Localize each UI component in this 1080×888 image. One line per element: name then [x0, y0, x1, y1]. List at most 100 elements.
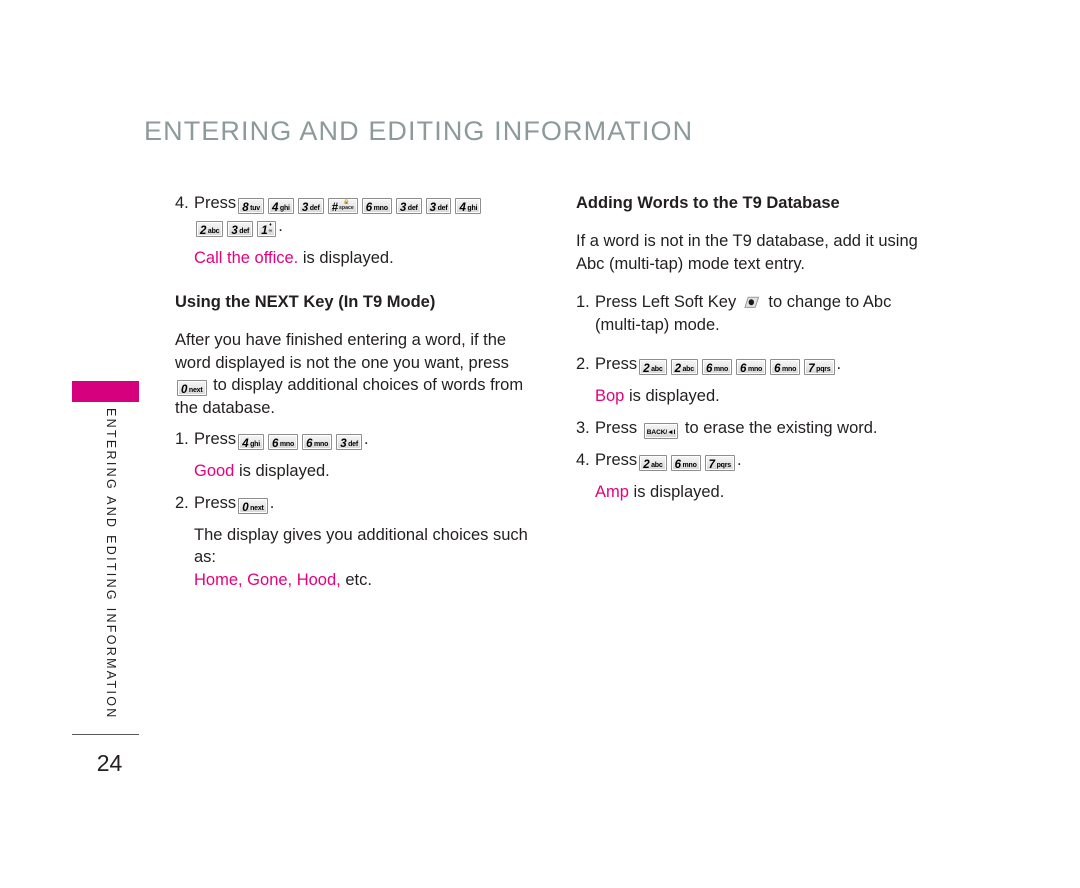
result-line: Amp is displayed.	[595, 481, 941, 504]
key-sequence: 4 ghi 6 mno 6 mno 3 def	[236, 430, 364, 450]
step-body: Press Left Soft Key to change to Abc (mu…	[595, 291, 941, 337]
sample-text: Call the office.	[194, 248, 299, 267]
result-suffix: is displayed.	[298, 248, 394, 267]
chapter-tab-marker	[72, 381, 139, 402]
chapter-vertical-label-wrap: ENTERING AND EDITING INFORMATION	[96, 408, 122, 728]
sidebar-divider	[72, 734, 139, 735]
press-label: Press	[194, 430, 237, 448]
result-line: The display gives you additional choices…	[194, 524, 530, 592]
step-number: 1.	[576, 293, 590, 311]
lock-icon: 🔒 space	[339, 199, 354, 211]
step-number: 3.	[576, 418, 590, 437]
back-key-label: BACK/◄I	[646, 428, 676, 436]
result-suffix: is displayed.	[628, 482, 725, 501]
voicemail-icon: ♦ ∞	[268, 222, 273, 234]
keypad-key-3: 3 def	[395, 198, 422, 214]
right-column: Adding Words to the T9 Database If a wor…	[576, 192, 941, 503]
keypad-key-2: 2 abc	[670, 359, 698, 375]
keypad-key-4: 4 ghi	[455, 198, 482, 214]
press-label: Press	[595, 355, 638, 373]
keypad-key-6: 6 mno	[302, 434, 333, 450]
page-title: ENTERING AND EDITING INFORMATION	[144, 116, 694, 146]
result-line: Good is displayed.	[194, 460, 530, 483]
list-item: 1. Press 4 ghi 6 mno 6 mno 3 def.	[175, 428, 530, 451]
keypad-key-4: 4 ghi	[238, 434, 264, 450]
keypad-key-8: 8 tuv	[238, 198, 264, 214]
result-suffix: is displayed.	[624, 387, 720, 405]
key-sequence: 2 abc 2 abc 6 mno 6 mno 6 mno 7 pqrs	[637, 355, 836, 375]
keypad-key-2: 2 abc	[639, 359, 667, 375]
section-heading-adding-words: Adding Words to the T9 Database	[576, 194, 840, 212]
keypad-key-3: 3 def	[336, 434, 362, 450]
step-body: Press 2 abc 2 abc 6 mno 6 mno 6 mno 7 pqrs.	[595, 353, 941, 376]
keypad-key-0: 0 next	[177, 380, 207, 396]
page-number: 24	[96, 750, 123, 776]
period: .	[269, 493, 275, 512]
paragraph-intro: If a word is not in the T9 database, add…	[576, 232, 918, 273]
list-item: 3. Press BACK/◄I to erase the existing w…	[576, 417, 941, 440]
keypad-key-7: 7 pqrs	[804, 359, 835, 375]
step-body: Press BACK/◄I to erase the existing word…	[595, 417, 941, 440]
left-column: 4. Press 8 tuv 4 ghi 3 def # 🔒 space 6 mno 3 def 3 def 4…	[175, 192, 530, 591]
list-item: 4. Press 8 tuv 4 ghi 3 def # 🔒 space 6 mno 3 def 3 def 4…	[175, 192, 530, 215]
keypad-key-hash: # 🔒 space	[327, 198, 358, 214]
step-body: Press 8 tuv 4 ghi 3 def # 🔒 space 6 mno 3 def 3 def 4 ghi	[194, 192, 530, 215]
sample-text: Amp	[595, 482, 629, 501]
step-body: Press 0 next.	[194, 492, 530, 515]
key-sequence: 8 tuv 4 ghi 3 def # 🔒 space 6 mno 3 def 3 def 4 ghi	[236, 194, 483, 214]
period: .	[736, 450, 742, 469]
paragraph-part1: After you have finished entering a word,…	[175, 331, 509, 372]
list-item: 2. Press 0 next.	[175, 492, 530, 515]
key-sequence: 2 abc 3 def 1 ♦ ∞	[194, 217, 278, 237]
paragraph-part2: to display additional choices of words f…	[175, 376, 524, 417]
list-item: 4. Press 2 abc 6 mno 7 pqrs.	[576, 449, 941, 472]
paragraph-next-key: After you have finished entering a word,…	[175, 329, 530, 419]
result-line: Bop is displayed.	[595, 385, 941, 408]
chapter-vertical-label: ENTERING AND EDITING INFORMATION	[104, 408, 118, 720]
step-number: 4.	[576, 450, 590, 469]
sample-text: Good	[194, 462, 235, 480]
press-label: Press	[194, 493, 237, 512]
keypad-key-1: 1 ♦ ∞	[257, 221, 277, 237]
sample-text: Home, Gone, Hood,	[194, 570, 341, 589]
list-item: 2. Press 2 abc 2 abc 6 mno 6 mno 6 mno 7 pqrs.	[576, 353, 941, 376]
keypad-key-6: 6 mno	[736, 359, 767, 375]
left-soft-key-icon	[744, 293, 761, 308]
section-heading-next-key: Using the NEXT Key (In T9 Mode)	[175, 293, 436, 311]
step-number: 2.	[576, 355, 590, 373]
keypad-key-7: 7 pqrs	[704, 454, 735, 471]
keypad-key-3: 3 def	[297, 198, 324, 214]
result-line: Call the office. is displayed.	[194, 247, 530, 270]
press-label: Press	[194, 194, 237, 212]
result-samples: Home, Gone, Hood, etc.	[194, 569, 530, 592]
keypad-key-2: 2 abc	[639, 454, 667, 471]
key-sequence: 0 next	[236, 494, 270, 514]
sample-text: Bop	[595, 387, 625, 405]
keypad-key-6: 6 mno	[268, 434, 299, 450]
key-sequence: 2 abc 6 mno 7 pqrs	[637, 451, 737, 471]
keypad-key-0: 0 next	[238, 497, 268, 514]
keypad-key-6: 6 mno	[701, 359, 733, 375]
result-suffix: is displayed.	[234, 462, 330, 480]
step-number: 4.	[175, 194, 189, 212]
key-glyph: 0 next	[175, 376, 209, 396]
step-number: 2.	[175, 493, 189, 512]
step-text-after: to erase the existing word.	[680, 418, 878, 437]
step-number: 1.	[175, 430, 189, 448]
keypad-key-6: 6 mno	[770, 359, 801, 375]
period: .	[278, 217, 283, 235]
step-text-before: Press Left Soft Key	[595, 293, 741, 311]
step-body: Press 4 ghi 6 mno 6 mno 3 def.	[194, 428, 530, 451]
keypad-key-2: 2 abc	[196, 221, 224, 237]
press-label: Press	[595, 450, 638, 469]
step-body: Press 2 abc 6 mno 7 pqrs.	[595, 449, 941, 472]
period: .	[364, 430, 369, 448]
step-text-before: Press	[595, 418, 642, 437]
back-key-glyph: BACK/◄I	[643, 422, 679, 439]
keypad-key-3: 3 def	[227, 221, 254, 237]
list-item: 1. Press Left Soft Key to change to Abc …	[576, 291, 941, 337]
keypad-key-3: 3 def	[425, 198, 452, 214]
keypad-key-4: 4 ghi	[268, 198, 294, 214]
result-text: The display gives you additional choices…	[194, 525, 528, 567]
result-suffix: etc.	[340, 570, 372, 589]
